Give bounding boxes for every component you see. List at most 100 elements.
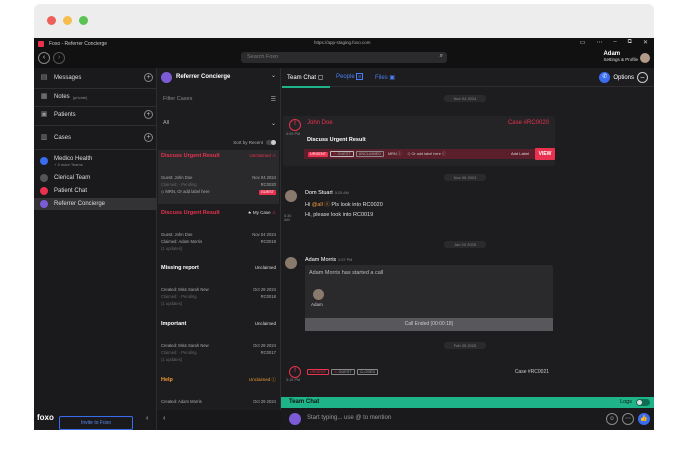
message-input[interactable]: Start typing... use @ to mention bbox=[307, 415, 391, 421]
message-author[interactable]: Dom Stuart bbox=[305, 190, 333, 196]
sort-switch[interactable] bbox=[266, 140, 276, 145]
phone-icon[interactable]: ✆ bbox=[599, 72, 611, 83]
org-name: Medico Health bbox=[54, 155, 93, 162]
sort-toggle[interactable]: Sort by Recent bbox=[233, 140, 276, 145]
restore-icon[interactable]: ⧉ bbox=[628, 39, 632, 46]
add-label-hint[interactable]: ◇ Or add label here ⓘ bbox=[405, 152, 447, 157]
picture-in-picture-icon[interactable]: ▭ bbox=[580, 39, 586, 46]
avatar[interactable] bbox=[640, 53, 650, 63]
forward-button[interactable]: › bbox=[53, 52, 65, 64]
tab-people[interactable]: People 8 bbox=[336, 73, 363, 80]
patient-icon: ▣ bbox=[40, 111, 48, 118]
tab-label: Files bbox=[375, 75, 388, 81]
filter-sort-icon[interactable]: ☰ bbox=[271, 96, 276, 103]
case-claim-line: Claimed: - Pending RC0018 bbox=[161, 294, 276, 300]
search-input[interactable]: Search Foxo ⌕ bbox=[241, 52, 447, 63]
sidebar-item-cases[interactable]: ▥ Cases + bbox=[34, 131, 157, 145]
mrn-badge[interactable]: MRN ⓘ bbox=[386, 152, 404, 157]
search-icon[interactable]: ⌕ bbox=[440, 53, 443, 60]
case-date: Oct 29 2024 bbox=[253, 287, 276, 292]
case-message: ! John Doe Case #RC0020 4:09 PM Discuss … bbox=[283, 116, 555, 166]
add-patient-button[interactable]: + bbox=[144, 110, 153, 119]
avatar[interactable] bbox=[285, 257, 297, 269]
case-status-text: My Case bbox=[252, 210, 271, 215]
case-label-line: ◇ MRN, Or add label here GUEST bbox=[161, 189, 276, 195]
case-claim: Claimed: - Pending bbox=[161, 182, 197, 187]
message-text: Hi @all ⓢ Pls look into RC0020 bbox=[305, 200, 383, 208]
tab-files[interactable]: Files ▣ bbox=[375, 74, 395, 81]
sidebar-item-label: Cases bbox=[54, 135, 72, 141]
case-mrn[interactable]: MRN, Or add label here bbox=[165, 189, 209, 194]
case-filter-select[interactable]: All ⌄ bbox=[157, 117, 281, 131]
mention[interactable]: @all bbox=[312, 202, 323, 208]
more-options-icon[interactable]: ⋯ bbox=[622, 413, 634, 425]
minimize-icon[interactable]: – bbox=[613, 39, 616, 46]
case-item[interactable]: Important Unclaimed Created: Miss Sarah … bbox=[158, 318, 279, 370]
tab-team-chat[interactable]: Team Chat ▢ bbox=[287, 74, 323, 81]
alert-icon: ! bbox=[289, 119, 301, 131]
options-menu-icon[interactable]: – bbox=[637, 72, 648, 83]
case-status: Unclaimed ⓘ bbox=[248, 377, 276, 382]
minimize-dot[interactable] bbox=[63, 16, 72, 25]
url-text: https://app-staging.foxo.com bbox=[314, 40, 371, 45]
case-item[interactable]: Discuss Urgent Result ★ My Case ⚠ Guest:… bbox=[158, 207, 279, 259]
case-item[interactable]: Discuss Urgent Result Unclaimed ⚠ Guest:… bbox=[158, 150, 279, 204]
case-number-link[interactable]: Case #RC0021 bbox=[515, 369, 549, 375]
team-icon bbox=[40, 187, 48, 195]
maximize-dot[interactable] bbox=[79, 16, 88, 25]
case-number-link[interactable]: Case #RC0020 bbox=[508, 120, 549, 126]
closed-badge: CLOSED bbox=[356, 369, 379, 375]
more-icon[interactable]: ⋯ bbox=[596, 39, 602, 46]
guest-badge: ⚠ GUEST bbox=[331, 369, 355, 375]
add-label-hint-text: Or add label here bbox=[411, 151, 441, 156]
case-tags: URGENT ⚠ GUEST CLOSED bbox=[307, 369, 379, 375]
case-guest-line: Created: Miss Sarah New Oct 29 2024 bbox=[161, 287, 276, 293]
chat-area: Team Chat ▢ People 8 Files ▣ ✆ Options –… bbox=[281, 68, 654, 430]
chevron-down-icon[interactable]: ⌄ bbox=[271, 72, 276, 79]
close-dot[interactable] bbox=[47, 16, 56, 25]
cases-header[interactable]: Referrer Concierge ⌄ bbox=[157, 68, 281, 86]
logs-toggle[interactable] bbox=[636, 399, 650, 406]
message-author[interactable]: Adam Morris bbox=[305, 257, 336, 263]
sidebar-item-messages[interactable]: ▤ Messages + bbox=[34, 71, 157, 85]
case-item[interactable]: Help Unclaimed ⓘ Created: Adam Morris Oct… bbox=[158, 374, 279, 410]
cases-header-title: Referrer Concierge bbox=[176, 74, 231, 80]
org-switcher[interactable]: Medico Health + 3 more Teams bbox=[34, 153, 157, 169]
emoji-icon[interactable]: ☺ bbox=[606, 413, 618, 425]
invite-button[interactable]: Invite to Foxo bbox=[59, 416, 133, 430]
filter-cases-input[interactable]: Filter Cases ☰ bbox=[157, 93, 281, 107]
options-area: ✆ Options – bbox=[599, 72, 648, 83]
org-sub: + 3 more Teams bbox=[54, 161, 83, 167]
case-claim: Claimed: Adam Morris bbox=[161, 239, 203, 244]
active-tab-indicator bbox=[282, 86, 330, 88]
add-message-button[interactable]: + bbox=[144, 73, 153, 82]
close-icon[interactable]: ✕ bbox=[643, 39, 648, 46]
sidebar-item-patients[interactable]: ▣ Patients + bbox=[34, 108, 157, 122]
case-item[interactable]: Missing report Unclaimed Created: Miss S… bbox=[158, 262, 279, 314]
tab-label: Team Chat bbox=[287, 75, 317, 81]
sidebar-item-patient-chat[interactable]: Patient Chat bbox=[34, 185, 157, 197]
case-status-text: Unclaimed bbox=[248, 377, 271, 382]
sidebar-item-clerical-team[interactable]: Clerical Team bbox=[34, 172, 157, 184]
avatar[interactable] bbox=[285, 190, 297, 202]
files-icon: ▣ bbox=[389, 75, 396, 81]
chat-tabs: Team Chat ▢ People 8 Files ▣ ✆ Options – bbox=[281, 68, 654, 88]
titlebar: Foxo - Referrer Concierge https://app-st… bbox=[34, 38, 654, 49]
user-menu[interactable]: Adam Settings & Profile bbox=[603, 51, 638, 62]
case-date: Nov 04 2024 bbox=[252, 175, 276, 180]
case-date: Oct 29 2024 bbox=[253, 343, 276, 348]
collapse-sidebar-icon[interactable]: ‹ bbox=[146, 415, 148, 422]
sidebar-item-notes[interactable]: ▦ Notes (private) bbox=[34, 90, 157, 104]
message-author[interactable]: John Doe bbox=[307, 120, 333, 126]
user-settings-link[interactable]: Settings & Profile bbox=[603, 57, 638, 62]
sidebar-item-referrer-concierge[interactable]: Referrer Concierge bbox=[34, 198, 157, 210]
sidebar-item-label: Referrer Concierge bbox=[54, 201, 106, 207]
add-label-button[interactable]: Add Label bbox=[511, 151, 529, 156]
back-button[interactable]: ‹ bbox=[38, 52, 50, 64]
view-case-button[interactable]: VIEW bbox=[535, 148, 555, 160]
options-label[interactable]: Options bbox=[613, 75, 634, 81]
collapse-cases-icon[interactable]: ‹ bbox=[163, 415, 165, 422]
message-prefix: Hi bbox=[305, 202, 311, 208]
thumbs-up-icon[interactable]: 👍 bbox=[638, 413, 650, 425]
add-case-button[interactable]: + bbox=[144, 133, 153, 142]
